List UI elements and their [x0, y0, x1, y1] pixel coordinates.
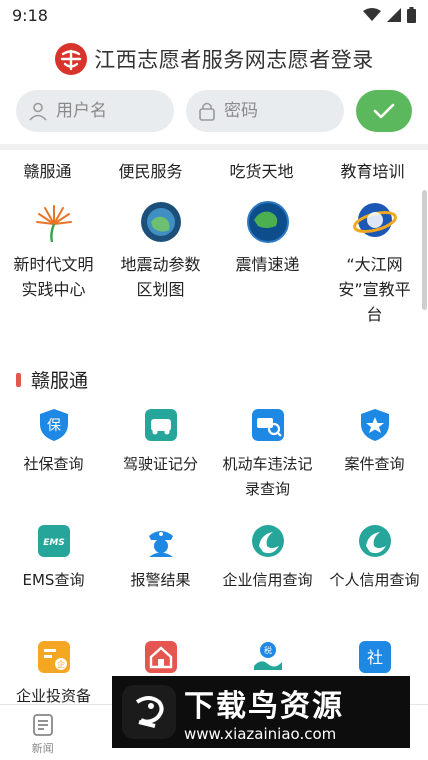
service-label: 企业信用查询 — [222, 571, 313, 589]
tab-ganfutong[interactable]: 赣服通 — [19, 158, 75, 182]
status-icons — [363, 7, 416, 23]
app-header: 江西志愿者服务网志愿者登录 — [0, 34, 428, 84]
service-driver-license[interactable]: 驾驶证记分 — [107, 408, 214, 524]
watermark-banner: 下载鸟资源 www.xiazainiao.com — [112, 676, 410, 748]
username-input[interactable] — [56, 101, 166, 121]
check-icon — [373, 103, 395, 119]
login-submit-button[interactable] — [356, 90, 412, 132]
social-icon: 社 — [358, 641, 391, 673]
social-security-icon: 保 — [39, 409, 68, 441]
signal-icon — [387, 8, 401, 22]
service-enterprise-credit[interactable]: 企业信用查询 — [214, 524, 321, 640]
service-label: 案件查询 — [344, 455, 405, 473]
status-bar: 9:18 — [0, 0, 428, 30]
status-time: 9:18 — [12, 5, 48, 25]
nav-label: 新闻 — [31, 742, 54, 755]
featured-label: 新时代文明实践中心 — [13, 255, 94, 299]
watermark-bird-icon — [122, 685, 176, 739]
tab-convenience[interactable]: 便民服务 — [114, 158, 186, 182]
service-case-query[interactable]: 案件查询 — [321, 408, 428, 524]
service-social-security[interactable]: 保 社保查询 — [0, 408, 107, 524]
svg-text:税: 税 — [264, 645, 272, 655]
enterprise-credit-icon — [251, 525, 284, 557]
svg-text:保: 保 — [47, 418, 61, 434]
section-divider — [0, 144, 428, 150]
service-personal-credit[interactable]: 个人信用查询 — [321, 524, 428, 640]
featured-label: 震情速递 — [235, 255, 300, 274]
lock-icon — [199, 102, 215, 121]
watermark-text: 下载鸟资源 www.xiazainiao.com — [184, 681, 344, 743]
featured-label: 地震动参数区划图 — [120, 255, 201, 299]
service-police[interactable]: 报警结果 — [107, 524, 214, 640]
personal-credit-icon — [358, 525, 391, 557]
ems-icon: EMS — [37, 525, 70, 557]
vehicle-violation-icon — [251, 409, 284, 441]
service-label: 驾驶证记分 — [122, 455, 198, 473]
svg-text:社: 社 — [366, 648, 382, 667]
featured-label: “大江网安”宣教平台 — [338, 255, 411, 324]
housing-icon — [144, 641, 177, 673]
driver-license-icon — [144, 409, 177, 441]
enterprise-investment-icon: 企 — [37, 641, 70, 673]
featured-earthquake-news[interactable]: 震情速递 — [214, 200, 321, 327]
featured-civilization-practice[interactable]: 新时代文明实践中心 — [0, 200, 107, 327]
page-title: 江西志愿者服务网志愿者登录 — [94, 48, 374, 72]
service-label: 机动车违法记录查询 — [222, 455, 313, 498]
password-input[interactable] — [224, 101, 334, 121]
featured-network-security[interactable]: “大江网安”宣教平台 — [321, 200, 428, 327]
service-label: EMS查询 — [22, 571, 85, 589]
earthquake-news-icon — [246, 201, 289, 243]
earthquake-map-icon — [140, 202, 181, 242]
featured-links: 新时代文明实践中心 地震动参数区划图 震情速递 “大江网安”宣教平台 — [0, 200, 428, 327]
svg-text:EMS: EMS — [43, 538, 65, 548]
network-security-icon — [352, 203, 397, 237]
section-heading: 赣服通 — [16, 366, 88, 393]
password-field[interactable] — [186, 90, 344, 132]
wifi-icon — [363, 8, 381, 21]
volunteer-logo-icon — [55, 43, 88, 75]
scrollbar[interactable] — [422, 190, 427, 310]
service-label: 报警结果 — [130, 571, 191, 589]
news-icon — [32, 714, 53, 736]
tab-food[interactable]: 吃货天地 — [225, 158, 297, 182]
section-title: 赣服通 — [31, 370, 89, 392]
service-vehicle-violation[interactable]: 机动车违法记录查询 — [214, 408, 321, 524]
police-icon — [148, 531, 173, 557]
section-accent-bar — [16, 372, 21, 387]
nav-news[interactable]: 新闻 — [0, 705, 86, 760]
category-tabs: 赣服通 便民服务 吃货天地 教育培训 — [0, 154, 428, 186]
service-label: 个人信用查询 — [329, 571, 420, 589]
svg-text:企: 企 — [57, 659, 65, 669]
watermark-title: 下载鸟资源 — [184, 689, 344, 724]
user-icon — [29, 102, 47, 121]
civilization-practice-icon — [35, 205, 72, 243]
tax-icon: 税 — [253, 642, 282, 670]
featured-earthquake-map[interactable]: 地震动参数区划图 — [107, 200, 214, 327]
battery-icon — [407, 7, 416, 23]
case-query-icon — [360, 409, 389, 441]
watermark-url: www.xiazainiao.com — [184, 725, 337, 743]
login-form — [16, 90, 412, 132]
service-ems[interactable]: EMS EMS查询 — [0, 524, 107, 640]
username-field[interactable] — [16, 90, 174, 132]
service-label: 社保查询 — [23, 455, 84, 473]
tab-education[interactable]: 教育培训 — [336, 158, 408, 182]
